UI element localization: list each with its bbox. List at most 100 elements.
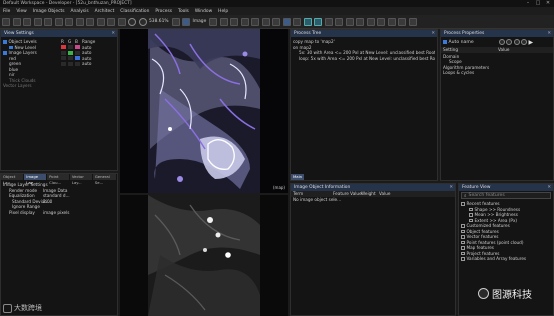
checkbox-icon[interactable]	[469, 207, 473, 212]
prop-pixel-display[interactable]: Pixel display image pixels	[3, 210, 115, 216]
tile-icon[interactable]	[65, 17, 73, 26]
menu-file[interactable]: File	[3, 9, 10, 14]
class-hierarchy-icon[interactable]	[345, 17, 354, 26]
process-item[interactable]: 5x: 30 with Area <= 200 Pxl at New Level…	[293, 50, 435, 56]
checkbox-icon[interactable]	[3, 40, 7, 44]
pause-icon[interactable]	[506, 39, 512, 45]
layers-icon[interactable]	[44, 17, 52, 26]
help-icon[interactable]	[408, 17, 417, 26]
redo-icon[interactable]	[86, 17, 94, 26]
split-view-icon[interactable]	[261, 17, 270, 26]
zoom-out-icon[interactable]	[128, 17, 136, 26]
menu-process[interactable]: Process	[155, 9, 172, 14]
open-icon[interactable]	[12, 17, 21, 26]
menu-tools[interactable]: Tools	[178, 9, 189, 14]
image-viewer-top[interactable]: (map)	[120, 29, 288, 193]
blue-channel-swatch[interactable]	[75, 56, 80, 61]
checkbox-icon[interactable]	[461, 257, 465, 261]
tab-general-settings[interactable]: General Se...	[92, 174, 117, 185]
tab-point-cloud[interactable]: Point Clou...	[47, 174, 69, 185]
settings-icon[interactable]	[398, 17, 407, 26]
hand-icon[interactable]	[107, 17, 115, 26]
checkbox-icon[interactable]	[461, 246, 465, 250]
tools-icon[interactable]	[387, 17, 396, 26]
zoom-in-icon[interactable]	[138, 17, 147, 26]
tab-object-layers[interactable]: Object Lay...	[1, 174, 24, 185]
undo-icon[interactable]	[75, 17, 84, 26]
close-icon[interactable]: ✕	[547, 30, 551, 37]
menu-help[interactable]: Help	[218, 9, 228, 14]
feature-view-icon[interactable]	[335, 17, 344, 26]
checkbox-icon[interactable]	[469, 218, 473, 223]
stop-icon[interactable]	[498, 39, 505, 45]
feature-view-header: Feature View ✕	[459, 184, 553, 191]
red-channel-swatch[interactable]	[61, 45, 66, 50]
view-samples-icon[interactable]	[240, 17, 249, 26]
pan-icon[interactable]	[182, 17, 191, 26]
menu-analysis[interactable]: Analysis	[71, 9, 89, 14]
link-view-icon[interactable]	[272, 17, 281, 26]
prop-loops-cycles[interactable]: Loops & cycles	[443, 70, 551, 76]
image-object-info-icon[interactable]	[324, 17, 333, 26]
zoom-dropdown-icon[interactable]	[171, 17, 180, 26]
step-icon[interactable]	[513, 39, 520, 45]
close-button[interactable]: ✕	[543, 0, 553, 7]
close-icon[interactable]: ✕	[431, 30, 435, 37]
process-item[interactable]: loop: 5x with Area <= 200 Pxl at New Lev…	[293, 56, 435, 62]
eye-icon[interactable]	[303, 17, 312, 26]
close-icon[interactable]: ✕	[111, 30, 115, 37]
zoom-level[interactable]: 538.61%	[149, 19, 169, 24]
eye-alt-icon[interactable]	[314, 17, 323, 26]
checkbox-icon[interactable]	[461, 251, 465, 256]
edit-icon[interactable]	[293, 17, 302, 26]
mode-select[interactable]: Image	[193, 19, 207, 24]
tab-image-layers[interactable]: Image Lay...	[24, 174, 47, 185]
feature-item[interactable]: Variables and Array features	[461, 256, 551, 262]
green-channel-swatch[interactable]	[68, 50, 73, 55]
window-title: Default Workspace - Developer - [52u_bnt…	[3, 1, 132, 6]
skip-icon[interactable]	[521, 39, 527, 45]
checkbox-icon[interactable]	[461, 224, 465, 228]
menu-architect[interactable]: Architect	[95, 9, 115, 14]
image-icon[interactable]	[33, 17, 42, 26]
auto-name-checkbox[interactable]	[443, 40, 447, 44]
statistics-icon[interactable]	[377, 17, 386, 26]
checkbox-icon[interactable]	[3, 51, 7, 55]
sample-editor-icon[interactable]	[366, 17, 375, 26]
checkbox-icon[interactable]	[9, 45, 13, 50]
checkbox-icon[interactable]	[461, 202, 465, 206]
mixing-row-nir[interactable]: auto	[61, 61, 115, 67]
checkbox-icon[interactable]	[469, 213, 473, 217]
home-icon[interactable]	[117, 17, 126, 26]
grid-icon[interactable]	[54, 17, 63, 26]
mode-dropdown-icon[interactable]	[209, 17, 218, 26]
maximize-button[interactable]: □	[533, 0, 543, 7]
wechat-logo-icon	[478, 287, 489, 299]
image-viewer-bottom[interactable]	[120, 195, 288, 316]
tab-main[interactable]: Main	[291, 174, 305, 180]
close-icon[interactable]: ✕	[449, 184, 453, 191]
view-classification-icon[interactable]	[230, 17, 239, 26]
menu-view[interactable]: View	[16, 9, 26, 14]
menu-window[interactable]: Window	[195, 9, 212, 14]
play-icon[interactable]: ▶	[529, 39, 534, 46]
checkbox-icon[interactable]	[461, 229, 465, 234]
checkbox-icon[interactable]	[461, 240, 465, 245]
tab-vector-layers[interactable]: Vector Lay...	[69, 174, 92, 185]
outline-icon[interactable]	[251, 17, 260, 26]
process-tree-icon[interactable]	[356, 17, 365, 26]
feature-search-input[interactable]: Search features	[469, 193, 505, 198]
layer-mixing-icon[interactable]	[282, 17, 291, 26]
checkbox-icon[interactable]	[461, 235, 465, 239]
cursor-icon[interactable]	[96, 17, 105, 26]
close-icon[interactable]: ✕	[547, 184, 551, 191]
layer-mixing-table: R G B Range auto auto auto auto	[61, 37, 115, 91]
view-layer-icon[interactable]	[219, 17, 228, 26]
new-project-icon[interactable]	[2, 17, 10, 26]
minimize-button[interactable]: –	[523, 0, 533, 7]
menu-classification[interactable]: Classification	[120, 9, 149, 14]
save-icon[interactable]	[23, 17, 31, 26]
feature-view-title: Feature View	[462, 185, 491, 190]
tree-item-vector-layers[interactable]: Vector Layers	[3, 83, 59, 89]
menu-image-objects[interactable]: Image Objects	[33, 9, 65, 14]
